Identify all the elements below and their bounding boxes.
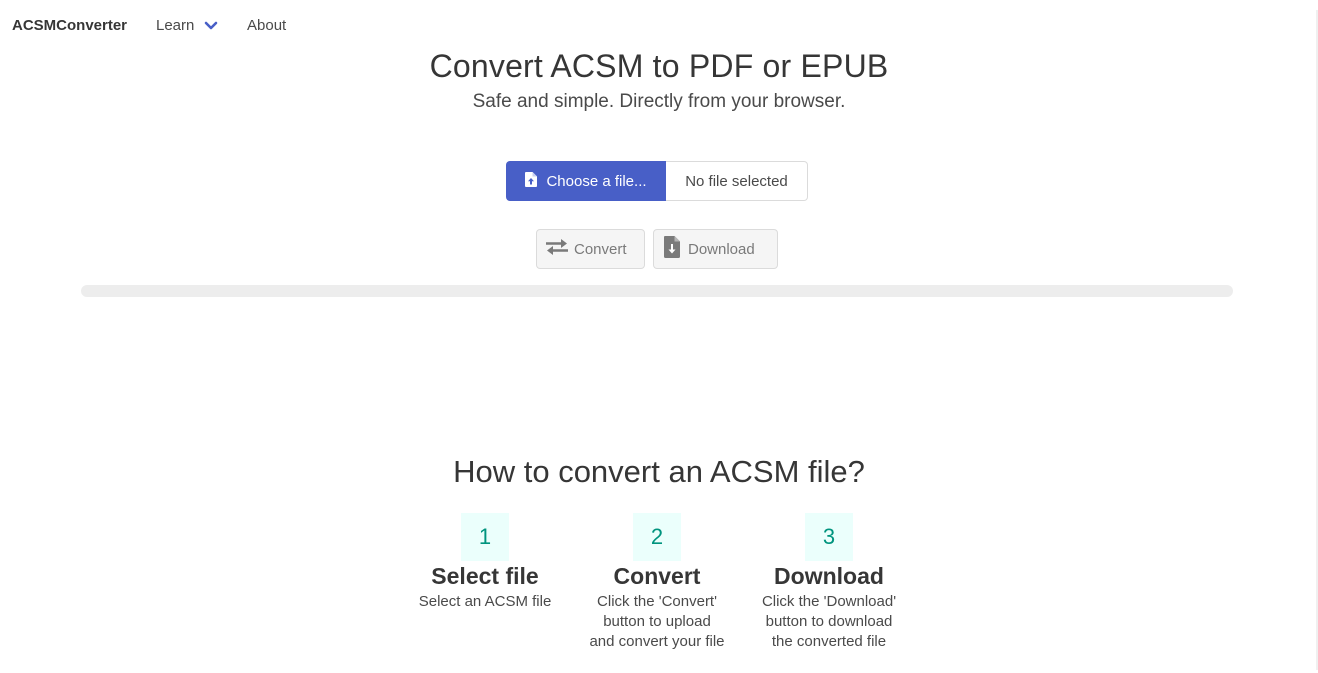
step-number: 3 bbox=[805, 513, 853, 561]
step-title: Convert bbox=[613, 563, 701, 589]
choose-file-button[interactable]: Choose a file... bbox=[506, 161, 666, 201]
step-title: Download bbox=[774, 563, 884, 589]
step-description-line: Click the 'Convert' bbox=[597, 593, 717, 610]
step-description: Select an ACSM file bbox=[400, 592, 570, 612]
step-number: 1 bbox=[461, 513, 509, 561]
nav-about-link[interactable]: About bbox=[247, 17, 286, 34]
step-description-line: button to download bbox=[765, 613, 893, 630]
step-number: 2 bbox=[633, 513, 681, 561]
step-description-line: Select an ACSM file bbox=[418, 593, 552, 610]
step-description-line: and convert your file bbox=[589, 633, 725, 650]
file-name-display: No file selected bbox=[666, 161, 808, 201]
file-download-icon bbox=[664, 236, 680, 262]
nav-learn-dropdown[interactable]: Learn bbox=[156, 17, 218, 34]
step-download: 3 Download Click the 'Download' button t… bbox=[744, 513, 914, 652]
page-subtitle: Safe and simple. Directly from your brow… bbox=[472, 91, 846, 112]
nav-learn-label: Learn bbox=[156, 17, 195, 34]
step-description-line: button to upload bbox=[603, 613, 711, 630]
convert-label: Convert bbox=[574, 240, 627, 258]
download-button[interactable]: Download bbox=[653, 229, 778, 269]
step-select-file: 1 Select file Select an ACSM file bbox=[400, 513, 570, 612]
navbar: ACSMConverter Learn About bbox=[0, 0, 1318, 52]
step-title: Select file bbox=[431, 563, 539, 589]
page-title: Convert ACSM to PDF or EPUB bbox=[429, 48, 889, 84]
download-label: Download bbox=[688, 240, 755, 258]
chevron-down-icon bbox=[204, 21, 218, 31]
step-description: Click the 'Download' button to download … bbox=[744, 592, 914, 652]
exchange-arrows-icon bbox=[545, 238, 569, 260]
step-convert: 2 Convert Click the 'Convert' button to … bbox=[572, 513, 742, 652]
file-upload-icon bbox=[525, 171, 538, 191]
conversion-progress-bar bbox=[81, 285, 1233, 297]
file-input-group: Choose a file... No file selected bbox=[506, 161, 808, 201]
step-description-line: the converted file bbox=[771, 633, 887, 650]
howto-title: How to convert an ACSM file? bbox=[453, 454, 865, 489]
brand-logo-link[interactable]: ACSMConverter bbox=[12, 17, 127, 34]
step-description: Click the 'Convert' button to upload and… bbox=[572, 592, 742, 652]
choose-file-label: Choose a file... bbox=[546, 172, 647, 190]
step-description-line: Click the 'Download' bbox=[761, 593, 897, 610]
convert-button[interactable]: Convert bbox=[536, 229, 645, 269]
